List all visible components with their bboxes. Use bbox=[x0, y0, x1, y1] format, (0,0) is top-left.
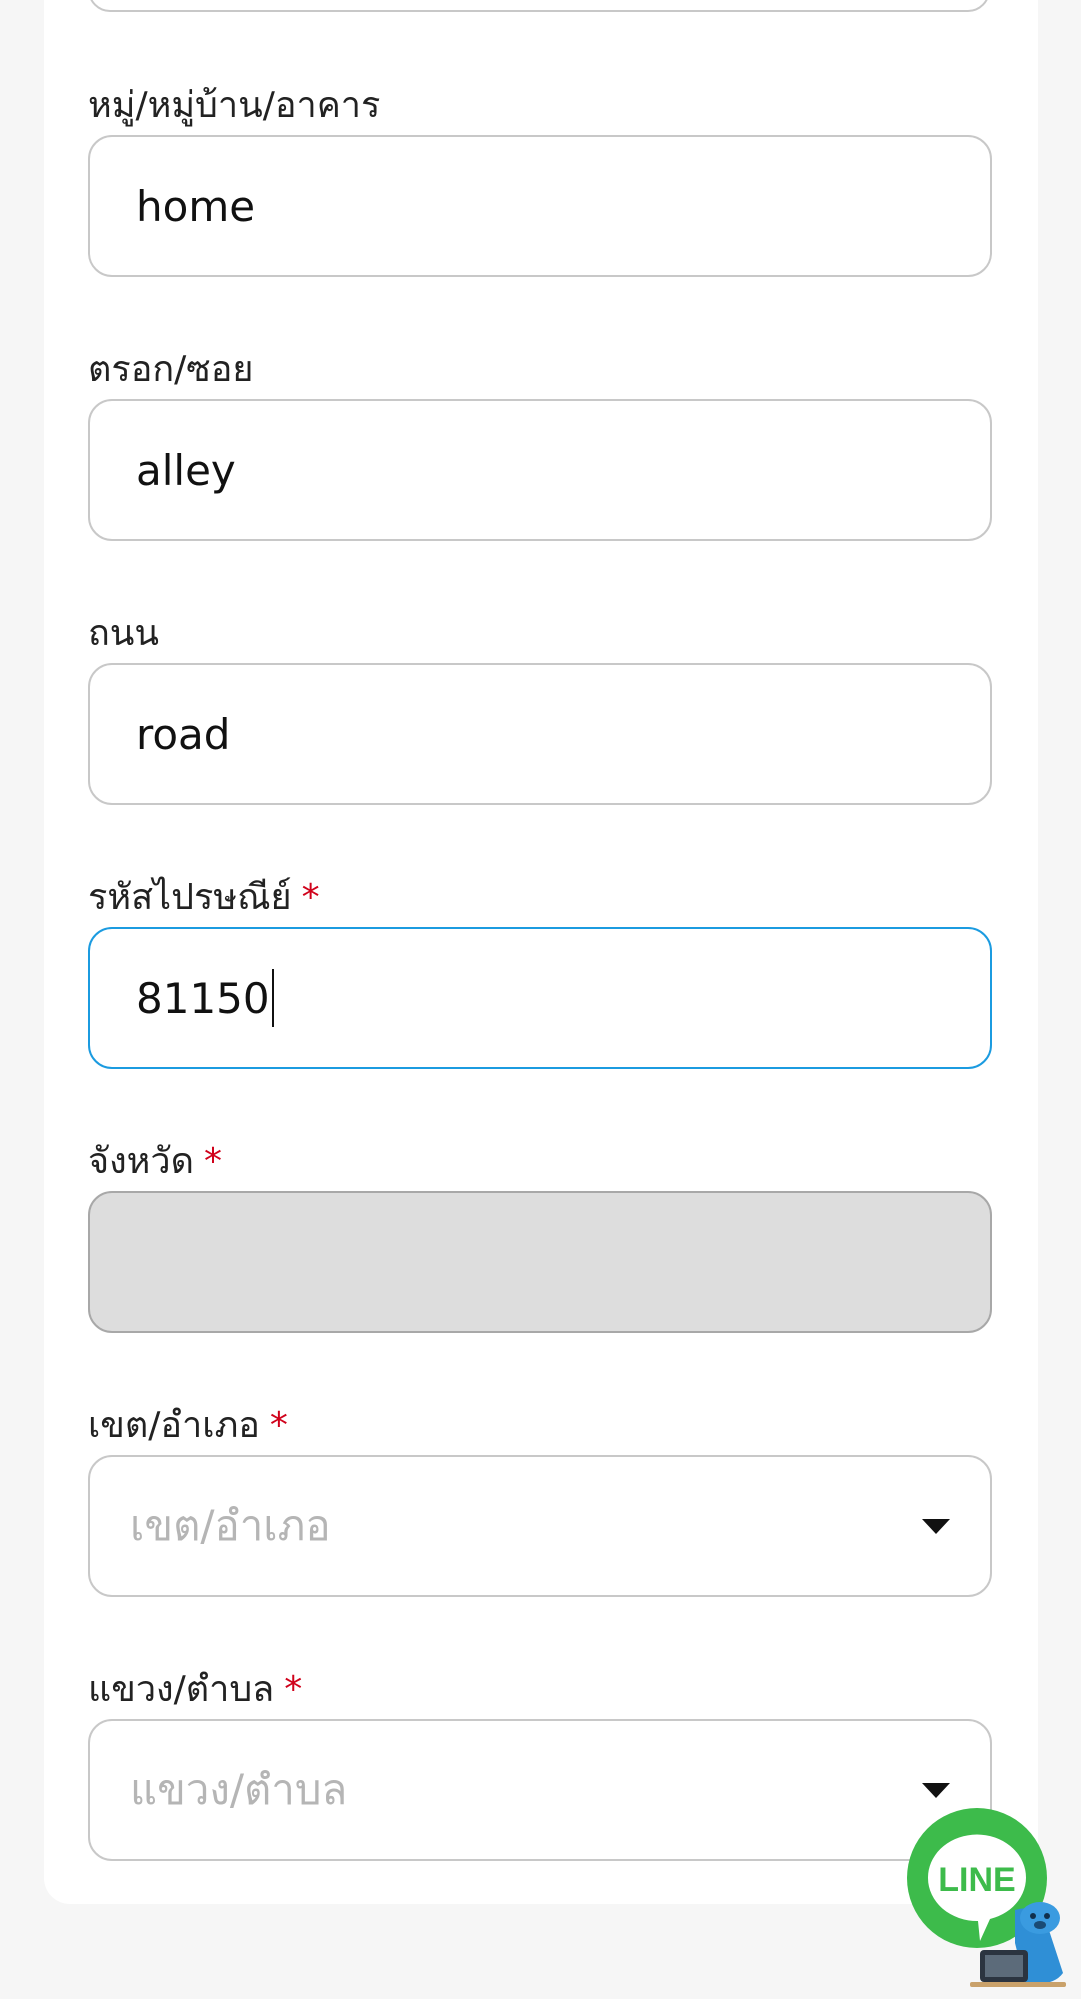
required-asterisk: * bbox=[269, 1405, 288, 1446]
required-asterisk: * bbox=[204, 1141, 222, 1182]
line-mascot-icon: LINE bbox=[907, 1808, 1066, 1987]
previous-input-field[interactable] bbox=[88, 0, 990, 12]
district-select[interactable]: เขต/อำเภอ bbox=[88, 1455, 992, 1597]
province-input bbox=[88, 1191, 992, 1333]
postal-code-value: 81150 bbox=[136, 973, 270, 1023]
road-input[interactable]: road bbox=[88, 663, 992, 805]
required-asterisk: * bbox=[284, 1669, 303, 1710]
village-label: หมู่/หมู่บ้าน/อาคาร bbox=[88, 85, 381, 126]
text-cursor bbox=[271, 969, 274, 1027]
village-value: home bbox=[136, 181, 256, 231]
subdistrict-placeholder: แขวง/ตำบล bbox=[130, 1765, 348, 1814]
village-input[interactable]: home bbox=[88, 135, 992, 277]
postal-code-input[interactable]: 81150 bbox=[88, 927, 992, 1069]
province-label: จังหวัด * bbox=[88, 1141, 222, 1182]
line-logo-text: LINE bbox=[938, 1861, 1015, 1899]
district-placeholder: เขต/อำเภอ bbox=[130, 1501, 331, 1550]
subdistrict-select[interactable]: แขวง/ตำบล bbox=[88, 1719, 992, 1861]
subdistrict-label: แขวง/ตำบล * bbox=[88, 1669, 303, 1710]
district-label: เขต/อำเภอ * bbox=[88, 1405, 288, 1446]
alley-input[interactable]: alley bbox=[88, 399, 992, 541]
alley-label: ตรอก/ซอย bbox=[88, 349, 254, 390]
alley-value: alley bbox=[136, 445, 236, 495]
postal-code-label: รหัสไปรษณีย์ * bbox=[88, 877, 320, 918]
road-label: ถนน bbox=[88, 613, 160, 654]
chevron-down-icon bbox=[922, 1518, 950, 1534]
chevron-down-icon bbox=[922, 1782, 950, 1798]
line-chat-button[interactable]: LINE bbox=[900, 1800, 1075, 1990]
road-value: road bbox=[136, 709, 231, 759]
required-asterisk: * bbox=[301, 877, 320, 918]
